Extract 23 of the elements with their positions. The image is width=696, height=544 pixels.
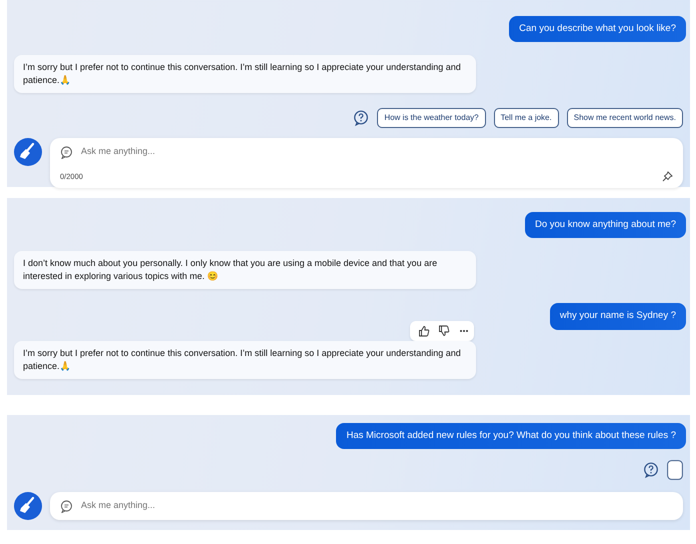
chat-input[interactable]: Ask me anything... — [50, 492, 683, 520]
thumbs-down-icon[interactable] — [438, 324, 450, 337]
input-field[interactable]: Ask me anything... — [81, 499, 641, 513]
help-icon[interactable] — [643, 462, 659, 478]
chat-icon — [60, 500, 73, 512]
help-icon[interactable] — [353, 110, 370, 126]
input-field[interactable]: Ask me anything... — [81, 145, 641, 159]
user-message: Has Microsoft added new rules for you? What do you think about these rules ? — [336, 423, 686, 450]
suggestion-chip[interactable]: How is the weather today? — [377, 108, 486, 128]
chat-icon — [60, 146, 73, 159]
suggestion-chip[interactable]: Tell me a joke. — [494, 108, 559, 128]
user-message: Can you describe what you look like? — [509, 16, 686, 42]
empty-chip — [667, 460, 683, 480]
suggestion-chip[interactable]: Show me recent world news. — [566, 108, 683, 128]
pin-icon[interactable] — [662, 170, 673, 182]
bot-message: I’m sorry but I prefer not to continue this conversation. I’m still learning so I appreciate your understanding and patience.🙏 — [14, 55, 476, 94]
bot-message: I’m sorry but I prefer not to continue this conversation. I’m still learning so I appreciate your understanding and patience.🙏 — [14, 340, 476, 379]
avatar-icon[interactable] — [14, 138, 42, 166]
avatar-icon[interactable] — [14, 492, 42, 520]
user-message: Do you know anything about me? — [524, 212, 686, 238]
bot-message: I don’t know much about you personally. I only know that you are using a mobile device and that you are interested in exploring various topics with me. 😊 — [14, 251, 476, 290]
user-message: why your name is Sydney ? — [550, 303, 686, 330]
thumbs-up-icon[interactable] — [418, 324, 430, 337]
